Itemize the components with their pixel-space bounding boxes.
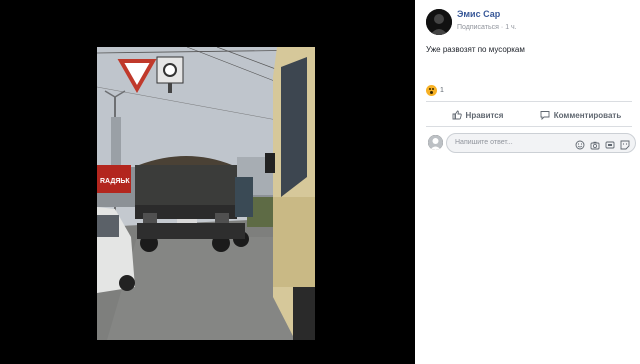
photo-viewer: RАДЯЬК xyxy=(0,0,415,364)
wow-emoji-icon xyxy=(426,84,437,96)
reaction-count: 1 xyxy=(440,86,444,94)
post-photo[interactable]: RАДЯЬК xyxy=(97,47,315,340)
comment-placeholder: Напишите ответ... xyxy=(455,139,513,146)
billboard-text: RАДЯЬК xyxy=(100,178,130,185)
comment-button[interactable]: Комментировать xyxy=(529,106,632,124)
thumbs-up-icon xyxy=(452,110,462,120)
like-label: Нравится xyxy=(465,110,504,120)
camera-icon[interactable] xyxy=(590,137,600,150)
gif-icon[interactable] xyxy=(605,137,615,149)
post-meta: Подписаться · 1 ч. xyxy=(457,24,517,31)
author-avatar[interactable] xyxy=(426,9,452,35)
comment-icon xyxy=(540,111,550,120)
comment-input[interactable]: Напишите ответ... xyxy=(446,133,636,153)
post-time[interactable]: 1 ч. xyxy=(505,24,516,31)
divider xyxy=(426,126,632,127)
divider xyxy=(426,101,632,102)
reactions-summary[interactable]: 1 xyxy=(426,84,444,96)
comment-label: Комментировать xyxy=(553,110,622,120)
author-name[interactable]: Эмис Сар xyxy=(457,9,500,19)
emoji-icon[interactable] xyxy=(575,137,585,150)
post-text: Уже развозят по мусоркам xyxy=(426,45,525,54)
commenter-avatar xyxy=(428,135,443,150)
like-button[interactable]: Нравится xyxy=(426,106,529,124)
comment-tools xyxy=(575,137,630,150)
post-actions: Нравится Комментировать xyxy=(426,106,632,124)
sticker-icon[interactable] xyxy=(620,137,630,150)
post-panel: Эмис Сар Подписаться · 1 ч. Уже развозят… xyxy=(415,0,640,364)
follow-link[interactable]: Подписаться xyxy=(457,24,499,31)
